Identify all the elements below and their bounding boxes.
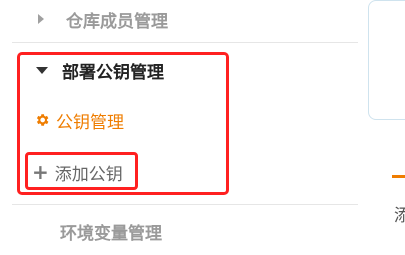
content-text-fragment: 添: [394, 206, 405, 226]
divider: [12, 42, 358, 43]
settings-sidebar: 仓库成员管理 部署公钥管理 公钥管理 + 添加公钥 环境变量管理: [0, 0, 358, 255]
sidebar-item-env-vars[interactable]: 环境变量管理: [12, 220, 358, 244]
content-card: [368, 0, 405, 120]
caret-right-icon: [38, 14, 44, 24]
highlight-box-add-key: [25, 152, 138, 190]
divider: [12, 204, 358, 205]
sidebar-item-warehouse-members[interactable]: 仓库成员管理: [12, 8, 358, 32]
sidebar-item-label: 环境变量管理: [60, 223, 162, 244]
active-tab-indicator: [392, 175, 405, 178]
sidebar-item-label: 仓库成员管理: [66, 11, 168, 32]
